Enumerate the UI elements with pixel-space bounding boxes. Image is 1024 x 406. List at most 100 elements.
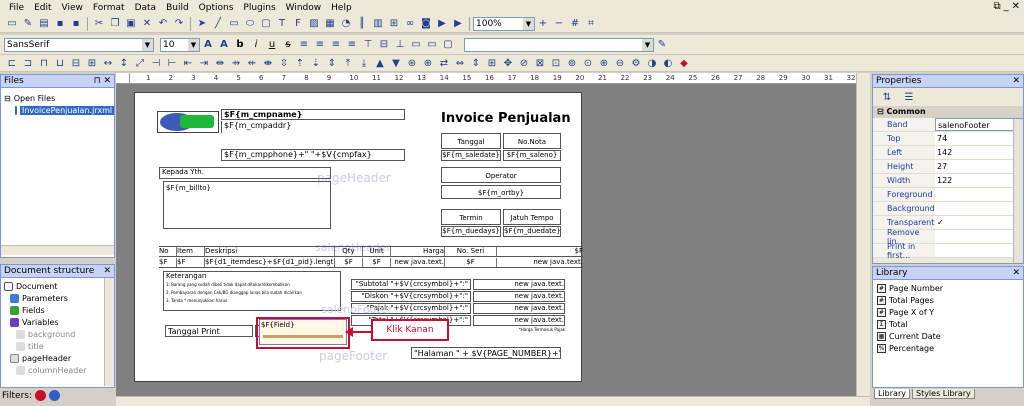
delete-icon[interactable]: ✕	[140, 17, 154, 31]
collapse-icon[interactable]: ⊖	[613, 56, 627, 70]
property-value[interactable]: salenoFooter	[935, 118, 1023, 131]
grid-snap-icon[interactable]: ⊞	[485, 56, 499, 70]
paste-icon[interactable]: ▣	[124, 17, 138, 31]
join-right-icon[interactable]: ⇥	[197, 56, 211, 70]
round-rect-icon[interactable]: ▢	[259, 17, 273, 31]
jatuh-tempo-label[interactable]: Jatuh Tempo	[503, 209, 561, 225]
static-text-icon[interactable]: T	[275, 17, 289, 31]
v-space-remove-icon[interactable]: ⇕	[325, 56, 339, 70]
filter-icon[interactable]	[35, 390, 47, 401]
hyperlink-icon[interactable]: ∞	[403, 17, 417, 31]
center-vertical-icon[interactable]: ⊢	[165, 56, 179, 70]
move-icon[interactable]: ✥	[501, 56, 515, 70]
library-item-page-x-of-y[interactable]: # Page X of Y	[873, 306, 1023, 318]
chevron-down-icon[interactable]: ▼	[142, 38, 153, 51]
settings-icon[interactable]: ⚙	[629, 56, 643, 70]
tab-library[interactable]: Library	[874, 389, 910, 399]
open-files-node[interactable]: ⊟ Open Files	[1, 92, 114, 104]
tree-item-columnheader[interactable]: columnHeader	[4, 364, 114, 376]
font-shrink-icon[interactable]: A	[217, 38, 231, 52]
detail-cell[interactable]: new java.text.	[497, 258, 583, 267]
align-band-top-icon[interactable]: ⤒	[341, 56, 355, 70]
property-value[interactable]: 74	[935, 132, 1023, 145]
list-icon[interactable]: ☰	[902, 90, 916, 104]
menu-window[interactable]: Window	[281, 3, 327, 13]
line-icon[interactable]: ╱	[211, 17, 225, 31]
bold-icon[interactable]: b	[233, 38, 247, 52]
menu-data[interactable]: Data	[130, 3, 162, 13]
strikethrough-icon[interactable]: s	[281, 38, 295, 52]
detail-cell[interactable]: $F	[335, 258, 363, 267]
valign-bottom-icon[interactable]: ⊥	[393, 38, 407, 52]
cut-icon[interactable]: ✂	[92, 17, 106, 31]
property-row[interactable]: Print in first...	[873, 242, 1023, 260]
detail-cell[interactable]: $F{d1_itemdesc}+$F{d1_pid}.length(	[205, 258, 335, 267]
duedate-field[interactable]: $F{m_duedate}	[503, 226, 561, 237]
style-select[interactable]: ▼	[464, 37, 654, 52]
align-left-icon[interactable]: ≡	[297, 38, 311, 52]
library-item-page-number[interactable]: # Page Number	[873, 282, 1023, 294]
preview-icon[interactable]: ◙	[419, 17, 433, 31]
expand-icon[interactable]: ⊕	[597, 56, 611, 70]
same-height-icon[interactable]: ↕	[117, 56, 131, 70]
common-section[interactable]: ⊟ Common	[873, 106, 1023, 118]
property-value[interactable]	[935, 230, 1023, 243]
tree-item-fields[interactable]: Fields	[4, 304, 114, 316]
menu-format[interactable]: Format	[88, 3, 130, 13]
keterangan-box[interactable]: Keterangan 1. Barang yang sudah dibeli t…	[163, 271, 341, 311]
h-space-inc-icon[interactable]: ⇸	[229, 56, 243, 70]
h-space-remove-icon[interactable]: ⇼	[261, 56, 275, 70]
col-header[interactable]: Unit	[363, 247, 391, 256]
company-phone-field[interactable]: $F{m_cmpphone}+" "+$V{cmpfax}	[221, 149, 405, 161]
menu-plugins[interactable]: Plugins	[238, 3, 280, 13]
v-space-equal-icon[interactable]: ⇳	[277, 56, 291, 70]
unlock-icon[interactable]: ⊡	[549, 56, 563, 70]
barcode-icon[interactable]: ║	[355, 17, 369, 31]
tree-item-pageheader[interactable]: pageHeader	[4, 352, 114, 364]
redo-icon[interactable]: ↷	[172, 17, 186, 31]
close-icon[interactable]: ✕	[1012, 1, 1020, 13]
tax-note[interactable]: *Harga Termasuk Pajak	[515, 327, 565, 332]
close-icon[interactable]: ✕	[1012, 75, 1020, 88]
organize-icon[interactable]: ⊛	[405, 56, 419, 70]
unlink-icon[interactable]: ⊘	[517, 56, 531, 70]
border-color-icon[interactable]: ▢	[441, 38, 455, 52]
resize-icon[interactable]: ⇔	[453, 56, 467, 70]
total-value[interactable]: new java.text.	[473, 315, 565, 326]
tree-item-parameters[interactable]: Parameters	[4, 292, 114, 304]
open-icon[interactable]: ▤	[37, 17, 51, 31]
tree-item-variables[interactable]: Variables	[4, 316, 114, 328]
adjust-icon[interactable]: ⊕	[421, 56, 435, 70]
pajak-value[interactable]: new java.text.	[473, 303, 565, 314]
operator-label[interactable]: Operator	[441, 167, 561, 183]
menu-options[interactable]: Options	[194, 3, 239, 13]
chevron-down-icon[interactable]: ▼	[523, 17, 534, 30]
tree-item-title[interactable]: title	[4, 340, 114, 352]
library-item-total-pages[interactable]: # Total Pages	[873, 294, 1023, 306]
align-hcenter-icon[interactable]: ⊞	[85, 56, 99, 70]
align-band-bottom-icon[interactable]: ⤓	[357, 56, 371, 70]
v-space-dec-icon[interactable]: ⇣	[309, 56, 323, 70]
minimize-icon[interactable]: _	[1004, 1, 1009, 13]
chart-icon[interactable]: ◔	[339, 17, 353, 31]
duedays-field[interactable]: $F{m_duedays}	[441, 226, 501, 237]
kepada-label[interactable]: Kepada Yth.	[159, 167, 331, 179]
property-value[interactable]	[935, 244, 1023, 257]
valign-top-icon[interactable]: ⊤	[361, 38, 375, 52]
col-header[interactable]: Harga	[391, 247, 445, 256]
align-right-icon[interactable]: ≡	[329, 38, 343, 52]
library-item-current-date[interactable]: ▦ Current Date	[873, 330, 1023, 342]
underline-icon[interactable]: u	[265, 38, 279, 52]
border-style-icon[interactable]: ▭	[425, 38, 439, 52]
col-header[interactable]: No	[159, 247, 177, 256]
nonota-label[interactable]: No.Nota	[503, 133, 561, 149]
col-header[interactable]: Qty	[335, 247, 363, 256]
horizontal-scrollbar[interactable]	[116, 396, 870, 406]
close-icon[interactable]: ✕	[1012, 267, 1020, 280]
new-icon[interactable]: ▭	[5, 17, 19, 31]
close-icon[interactable]: ⊓ ✕	[94, 75, 111, 88]
ellipse-icon[interactable]: ⬭	[243, 17, 257, 31]
tree-item-document[interactable]: Document	[4, 280, 114, 292]
bring-front-icon[interactable]: ▲	[373, 56, 387, 70]
property-row[interactable]: Top 74	[873, 132, 1023, 146]
